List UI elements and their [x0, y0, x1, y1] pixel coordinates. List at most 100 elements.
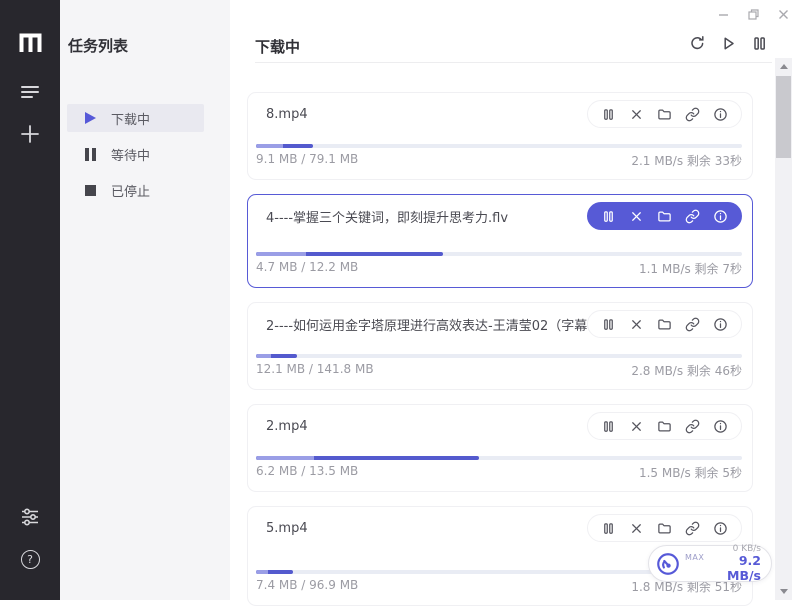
task-info-button[interactable]: [713, 209, 728, 224]
task-info-button[interactable]: [713, 419, 728, 434]
task-info-button[interactable]: [713, 107, 728, 122]
header-divider: [255, 62, 772, 63]
pause-icon: [601, 419, 616, 434]
close-icon: [629, 521, 644, 536]
task-card[interactable]: 2.mp4: [247, 404, 753, 492]
task-delete-button[interactable]: [629, 419, 644, 434]
task-copy-link-button[interactable]: [685, 419, 700, 434]
play-icon: [85, 112, 96, 124]
info-icon: [713, 521, 728, 536]
speed-widget: MAX 0 KB/s 9.2 MB/s: [648, 545, 772, 582]
sidebar-item-stopped[interactable]: 已停止: [67, 176, 204, 204]
task-open-folder-button[interactable]: [657, 209, 672, 224]
settings-button[interactable]: [17, 504, 43, 530]
task-delete-button[interactable]: [629, 521, 644, 536]
progress-bar: [256, 252, 742, 256]
task-actions: [587, 100, 742, 128]
arrow-up-icon: [780, 64, 788, 69]
task-pause-button[interactable]: [601, 317, 616, 332]
task-delete-button[interactable]: [629, 209, 644, 224]
link-icon: [685, 419, 700, 434]
folder-icon: [657, 317, 672, 332]
task-list-icon: [19, 81, 41, 103]
help-button[interactable]: ?: [17, 546, 43, 572]
folder-icon: [657, 209, 672, 224]
task-pause-button[interactable]: [601, 521, 616, 536]
task-speed: 2.1 MB/s 剩余 33秒: [631, 152, 742, 169]
pause-icon: [601, 209, 616, 224]
minimize-button[interactable]: [708, 3, 738, 25]
restore-button[interactable]: [738, 3, 768, 25]
task-name: 2----如何运用金字塔原理进行高效表达-王清莹02（字幕）.flv: [266, 315, 587, 334]
task-card[interactable]: 2----如何运用金字塔原理进行高效表达-王清莹02（字幕）.flv: [247, 302, 753, 390]
task-pause-button[interactable]: [601, 209, 616, 224]
play-outline-icon: [720, 35, 737, 52]
pause-icon: [85, 148, 96, 161]
restore-icon: [748, 9, 759, 20]
pause-all-button[interactable]: [751, 35, 768, 52]
sidebar-item-label: 下载中: [111, 109, 150, 128]
sidebar-item-downloading[interactable]: 下载中: [67, 104, 204, 132]
task-speed: 2.8 MB/s 剩余 46秒: [631, 362, 742, 379]
minimize-icon: [718, 9, 729, 20]
task-actions: [587, 310, 742, 338]
task-list-nav-button[interactable]: [17, 79, 43, 105]
task-pause-button[interactable]: [601, 419, 616, 434]
task-speed: 1.5 MB/s 剩余 5秒: [639, 464, 742, 481]
resume-all-button[interactable]: [720, 35, 737, 52]
stop-icon: [85, 185, 96, 196]
page-title: 下载中: [255, 36, 300, 57]
task-pause-button[interactable]: [601, 107, 616, 122]
folder-icon: [657, 521, 672, 536]
download-speed: 9.2 MB/s: [704, 554, 761, 583]
task-size: 6.2 MB / 13.5 MB: [256, 464, 358, 481]
task-name: 8.mp4: [266, 107, 308, 122]
close-icon: [629, 317, 644, 332]
speed-readout: 0 KB/s 9.2 MB/s: [704, 544, 761, 583]
refresh-button[interactable]: [689, 35, 706, 52]
task-card[interactable]: 4----掌握三个关键词，即刻提升思考力.flv: [247, 194, 753, 288]
link-icon: [685, 317, 700, 332]
progress-light: [256, 456, 314, 460]
app-rail: ?: [0, 0, 60, 600]
task-info-button[interactable]: [713, 521, 728, 536]
task-actions: [587, 412, 742, 440]
task-open-folder-button[interactable]: [657, 107, 672, 122]
close-icon: [629, 209, 644, 224]
close-button[interactable]: [768, 3, 798, 25]
add-task-button[interactable]: [17, 121, 43, 147]
question-mark-icon: ?: [21, 550, 40, 569]
scrollbar-thumb[interactable]: [776, 76, 791, 158]
info-icon: [713, 107, 728, 122]
task-list: 8.mp4: [247, 92, 753, 606]
task-actions: [587, 202, 742, 230]
progress-bar: [256, 144, 742, 148]
task-open-folder-button[interactable]: [657, 419, 672, 434]
task-info-button[interactable]: [713, 317, 728, 332]
task-copy-link-button[interactable]: [685, 107, 700, 122]
sidebar-item-waiting[interactable]: 等待中: [67, 140, 204, 168]
task-copy-link-button[interactable]: [685, 209, 700, 224]
task-copy-link-button[interactable]: [685, 521, 700, 536]
scroll-up-button[interactable]: [775, 58, 792, 75]
task-actions: [587, 514, 742, 542]
task-open-folder-button[interactable]: [657, 317, 672, 332]
task-delete-button[interactable]: [629, 317, 644, 332]
task-open-folder-button[interactable]: [657, 521, 672, 536]
link-icon: [685, 209, 700, 224]
folder-icon: [657, 419, 672, 434]
info-icon: [713, 209, 728, 224]
scrollbar[interactable]: [775, 58, 792, 600]
task-card[interactable]: 8.mp4: [247, 92, 753, 180]
task-copy-link-button[interactable]: [685, 317, 700, 332]
window-controls: [708, 3, 798, 25]
progress-light: [256, 252, 306, 256]
folder-icon: [657, 107, 672, 122]
link-icon: [685, 107, 700, 122]
task-size: 7.4 MB / 96.9 MB: [256, 578, 358, 595]
link-icon: [685, 521, 700, 536]
refresh-icon: [689, 35, 706, 52]
progress-bar: [256, 354, 742, 358]
task-delete-button[interactable]: [629, 107, 644, 122]
scroll-down-button[interactable]: [775, 583, 792, 600]
